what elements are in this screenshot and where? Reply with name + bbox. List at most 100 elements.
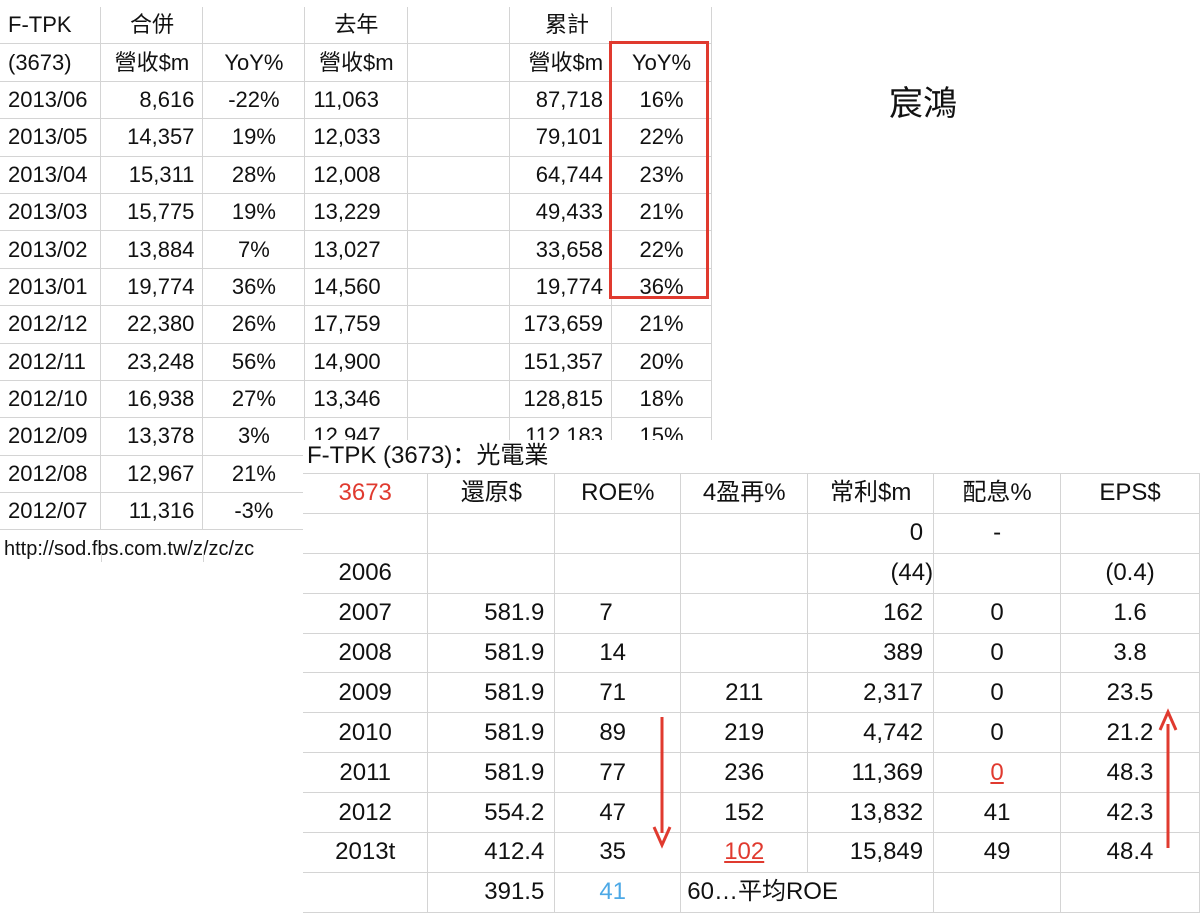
header-code: 3673 <box>303 473 429 514</box>
sheet-title: F-TPK (3673)：光電業 <box>307 442 549 469</box>
revenue-cell: 15,311 <box>100 156 204 194</box>
roe-cell <box>554 513 682 554</box>
revenue-cell: 22,380 <box>100 305 204 344</box>
year-cell: 2010 <box>303 712 429 754</box>
eps-cell: 3.8 <box>1060 633 1200 674</box>
dividend-cell: 0 <box>933 672 1062 714</box>
yoy-cell: 26% <box>202 305 306 344</box>
footer-adjusted-price: 391.5 <box>427 872 556 913</box>
dividend-cell: 0 <box>933 593 1062 634</box>
yoy-cell: 28% <box>202 156 306 194</box>
year-cell: 2011 <box>303 752 429 794</box>
header-cell: 合併 <box>100 7 204 45</box>
last-year-cell: 17,759 <box>304 305 409 344</box>
adjusted-price-cell: 581.9 <box>427 752 556 794</box>
revenue-cell: 19,774 <box>100 268 204 307</box>
up-arrow-icon <box>1158 708 1178 848</box>
adjusted-price-cell: 581.9 <box>427 712 556 754</box>
empty-cell <box>407 81 511 120</box>
table-row: 2011 581.9 77 236 11,369 0 48.3 <box>303 752 1200 794</box>
header-cell: 配息% <box>933 473 1062 514</box>
revenue-cell: 15,775 <box>100 193 204 232</box>
revenue-cell: 14,357 <box>100 118 204 157</box>
year-cell: 2013t <box>303 832 429 873</box>
profit-cell: 162 <box>807 593 935 634</box>
header-cell <box>407 43 511 82</box>
revenue-cell: 23,248 <box>100 343 204 381</box>
yoy-cell: 21% <box>202 455 306 494</box>
down-arrow-icon <box>652 717 672 849</box>
footer-cell <box>303 872 429 913</box>
cumulative-cell: 79,101 <box>509 118 613 157</box>
empty-cell <box>407 343 511 381</box>
year-cell: 2006 <box>303 553 429 594</box>
profit-cell: 389 <box>807 633 935 674</box>
revenue-cell: 12,967 <box>100 455 204 494</box>
revenue-cell: 8,616 <box>100 81 204 120</box>
yoy-cell: -3% <box>202 492 306 531</box>
table-row: 2007 581.9 7 162 0 1.6 <box>303 593 1200 634</box>
empty-cell <box>933 872 1062 913</box>
roe-cell: 14 <box>554 633 682 674</box>
last-year-cell: 13,229 <box>304 193 409 232</box>
header-cell: 營收$m <box>100 43 204 82</box>
empty-cell <box>407 305 511 344</box>
yoy-cell: -22% <box>202 81 306 120</box>
revenue-cell: 13,884 <box>100 230 204 269</box>
yoy-cell: 3% <box>202 417 306 456</box>
header-cell: F-TPK <box>0 7 102 45</box>
dividend-cell: 41 <box>933 792 1062 834</box>
dividend-cell: 0 <box>933 752 1062 794</box>
profit-cell: 0 <box>807 513 935 554</box>
adjusted-price-cell: 412.4 <box>427 832 556 873</box>
adjusted-price-cell: 554.2 <box>427 792 556 834</box>
adjusted-price-cell: 581.9 <box>427 593 556 634</box>
period-cell: 2013/06 <box>0 81 102 120</box>
header-cell: 常利$m <box>807 473 935 514</box>
last-year-cell: 14,900 <box>304 343 409 381</box>
eps-cell: 1.6 <box>1060 593 1200 634</box>
revenue-header-row-1: F-TPK 合併 去年 累計 <box>0 7 712 45</box>
header-cell: (3673) <box>0 43 102 82</box>
reinvest-cell <box>680 593 809 634</box>
header-cell <box>202 7 306 45</box>
year-cell: 2012 <box>303 792 429 834</box>
profit-cell: 2,317 <box>807 672 935 714</box>
yoy-cell: 36% <box>202 268 306 307</box>
last-year-cell: 13,346 <box>304 380 409 419</box>
cumulative-cell: 19,774 <box>509 268 613 307</box>
roe-cell: 7 <box>554 593 682 634</box>
header-cell: EPS$ <box>1060 473 1200 514</box>
roe-cell <box>554 553 682 594</box>
adjusted-price-cell <box>427 513 556 554</box>
dividend-cell: 49 <box>933 832 1062 873</box>
table-row: 2010 581.9 89 219 4,742 0 21.2 <box>303 712 1200 754</box>
dividend-cell: 0 <box>933 712 1062 754</box>
adjusted-price-cell: 581.9 <box>427 672 556 714</box>
profit-cell: 11,369 <box>807 752 935 794</box>
revenue-header-row-2: (3673) 營收$m YoY% 營收$m 營收$m YoY% <box>0 43 712 82</box>
table-row: 2013/04 15,311 28% 12,008 64,744 23% <box>0 156 712 194</box>
dividend-cell: 0 <box>933 633 1062 674</box>
eps-cell: 23.5 <box>1060 672 1200 714</box>
cumulative-cell: 49,433 <box>509 193 613 232</box>
cumulative-cell: 87,718 <box>509 81 613 120</box>
table-row: 2012/12 22,380 26% 17,759 173,659 21% <box>0 305 712 344</box>
adjusted-price-cell: 581.9 <box>427 633 556 674</box>
year-cell: 2007 <box>303 593 429 634</box>
cumulative-cell: 151,357 <box>509 343 613 381</box>
period-cell: 2012/12 <box>0 305 102 344</box>
empty-cell <box>1060 872 1200 913</box>
header-cell: 4盈再% <box>680 473 809 514</box>
empty-cell <box>407 156 511 194</box>
last-year-cell: 12,033 <box>304 118 409 157</box>
reinvest-cell <box>680 553 809 594</box>
revenue-cell: 11,316 <box>100 492 204 531</box>
table-row: 2013/06 8,616 -22% 11,063 87,718 16% <box>0 81 712 120</box>
period-cell: 2013/03 <box>0 193 102 232</box>
eps-cell <box>1060 513 1200 554</box>
header-cell <box>407 7 511 45</box>
reinvest-cell <box>680 513 809 554</box>
header-cell: 還原$ <box>427 473 556 514</box>
year-cell <box>303 513 429 554</box>
